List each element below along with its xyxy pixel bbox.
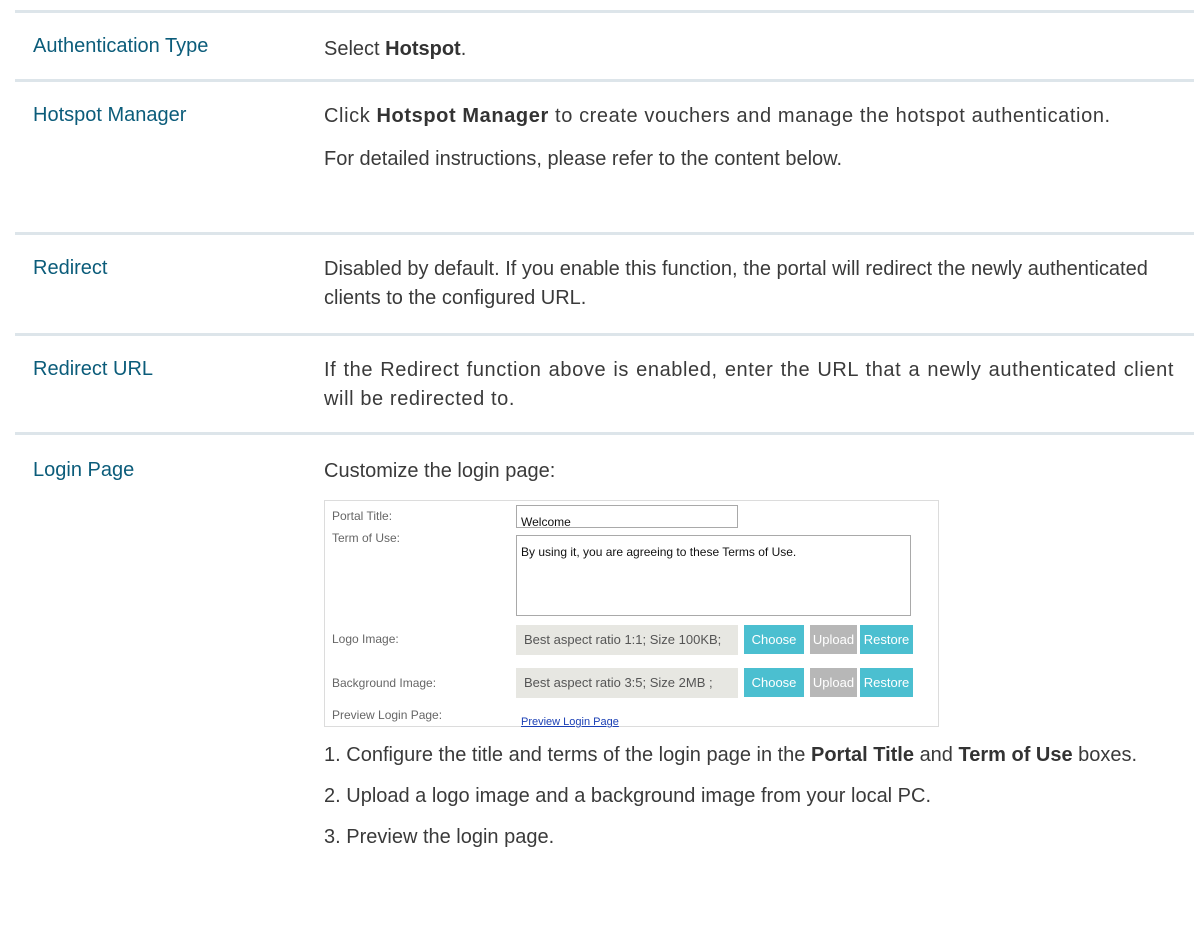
keyword: Hotspot Manager [376,105,549,127]
background-choose-button[interactable]: Choose [744,668,804,697]
row-redirect: Redirect Disabled by default. If you ena… [15,232,1194,333]
keyword: Portal Title [811,744,914,766]
keyword: Hotspot [385,38,461,60]
background-restore-button[interactable]: Restore [860,668,913,697]
settings-table: Authentication Type Select Hotspot. Hots… [15,10,1194,905]
row-hotspot-manager: Hotspot Manager Click Hotspot Manager to… [15,79,1194,232]
logo-choose-button[interactable]: Choose [744,625,804,654]
row-description: Customize the login page: Portal Title: … [324,435,1194,905]
row-label: Redirect URL [33,358,154,380]
keyword: Term of Use [958,744,1073,766]
description-text: Customize the login page: [324,460,556,482]
preview-login-page-label: Preview Login Page: [332,708,443,722]
term-of-use-label: Term of Use: [332,531,401,545]
row-login-page: Login Page Customize the login page: Por… [15,432,1194,905]
preview-login-page-link[interactable]: Preview Login Page [521,708,619,737]
background-image-label: Background Image: [332,676,437,690]
logo-image-label: Logo Image: [332,632,399,646]
login-page-settings-screenshot: Portal Title: Welcome Term of Use: By us… [324,500,939,728]
list-item: 2. Upload a logo image and a background … [324,785,932,807]
row-redirect-url: Redirect URL If the Redirect function ab… [15,333,1194,432]
row-description: Click Hotspot Manager to create vouchers… [324,82,1194,232]
portal-title-input[interactable]: Welcome [516,505,738,529]
portal-title-label: Portal Title: [332,509,393,523]
row-authentication-type: Authentication Type Select Hotspot. [15,10,1194,79]
row-label: Login Page [33,459,135,481]
steps-list: 1. Configure the title and terms of the … [324,741,1174,852]
description-text: Disabled by default. If you enable this … [324,258,1148,309]
logo-upload-button[interactable]: Upload [810,625,857,654]
description-text: For detailed instructions, please refer … [324,148,843,170]
row-label: Authentication Type [33,35,209,57]
term-of-use-textarea[interactable]: By using it, you are agreeing to these T… [516,535,911,616]
list-item: 1. Configure the title and terms of the … [324,744,1138,766]
row-description: Select Hotspot. [324,38,467,60]
description-text: If the Redirect function above is enable… [324,359,1174,410]
background-image-field[interactable]: Best aspect ratio 3:5; Size 2MB ; [516,668,738,698]
row-description: If the Redirect function above is enable… [324,336,1194,432]
description-text: Click Hotspot Manager to create vouchers… [324,105,1111,127]
logo-image-field[interactable]: Best aspect ratio 1:1; Size 100KB; [516,625,738,655]
row-label: Redirect [33,257,108,279]
row-description: Disabled by default. If you enable this … [324,235,1194,333]
logo-restore-button[interactable]: Restore [860,625,913,654]
row-label: Hotspot Manager [33,104,187,126]
list-item: 3. Preview the login page. [324,826,555,848]
background-upload-button[interactable]: Upload [810,668,857,697]
